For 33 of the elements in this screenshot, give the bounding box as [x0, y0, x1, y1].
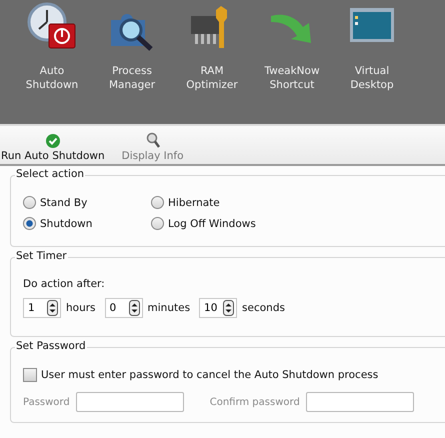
radio-label: Stand By	[40, 196, 88, 208]
radio-button[interactable]	[151, 217, 164, 230]
group-title: Set Password	[15, 340, 87, 352]
prompt-text: Do action after:	[23, 278, 105, 290]
field-label: Confirm password	[210, 396, 300, 408]
group-title: Select action	[15, 168, 86, 180]
spin-arrows-icon[interactable]	[128, 300, 140, 316]
spin-field[interactable]: 10	[199, 298, 238, 318]
group-title: Set Timer	[15, 250, 68, 262]
field-label: Password	[23, 396, 70, 408]
spin-field[interactable]: 1	[23, 298, 61, 318]
module-label[interactable]: Auto Shutdown	[26, 64, 78, 92]
spin-arrows-icon[interactable]	[47, 300, 58, 316]
radio-button[interactable]	[23, 217, 36, 230]
unit-label: minutes	[148, 302, 190, 314]
unit-label: hours	[66, 302, 96, 314]
spin-field[interactable]: 0	[104, 298, 143, 318]
radio-label: Log Off Windows	[168, 218, 256, 230]
radio-button[interactable]	[151, 196, 164, 209]
module-label[interactable]: Process Manager	[108, 64, 156, 92]
magnifier-icon	[146, 132, 160, 148]
spin-arrows-icon[interactable]	[223, 300, 234, 316]
module-label[interactable]: TweakNow Shortcut	[264, 64, 320, 92]
radio-button[interactable]	[23, 196, 36, 209]
radio-label: Hibernate	[168, 196, 220, 208]
checkmark-icon	[46, 134, 60, 148]
unit-label: seconds	[242, 302, 285, 314]
toolbar-button[interactable]: Run Auto Shutdown	[0, 134, 107, 164]
module-label[interactable]: Virtual Desktop	[350, 64, 394, 92]
checkbox[interactable]	[23, 368, 37, 382]
checkbox-label: User must enter password to cancel the Auto Shutdown process	[41, 369, 378, 381]
radio-label: Shutdown	[40, 218, 92, 230]
module-label[interactable]: RAM Optimizer	[186, 64, 238, 92]
